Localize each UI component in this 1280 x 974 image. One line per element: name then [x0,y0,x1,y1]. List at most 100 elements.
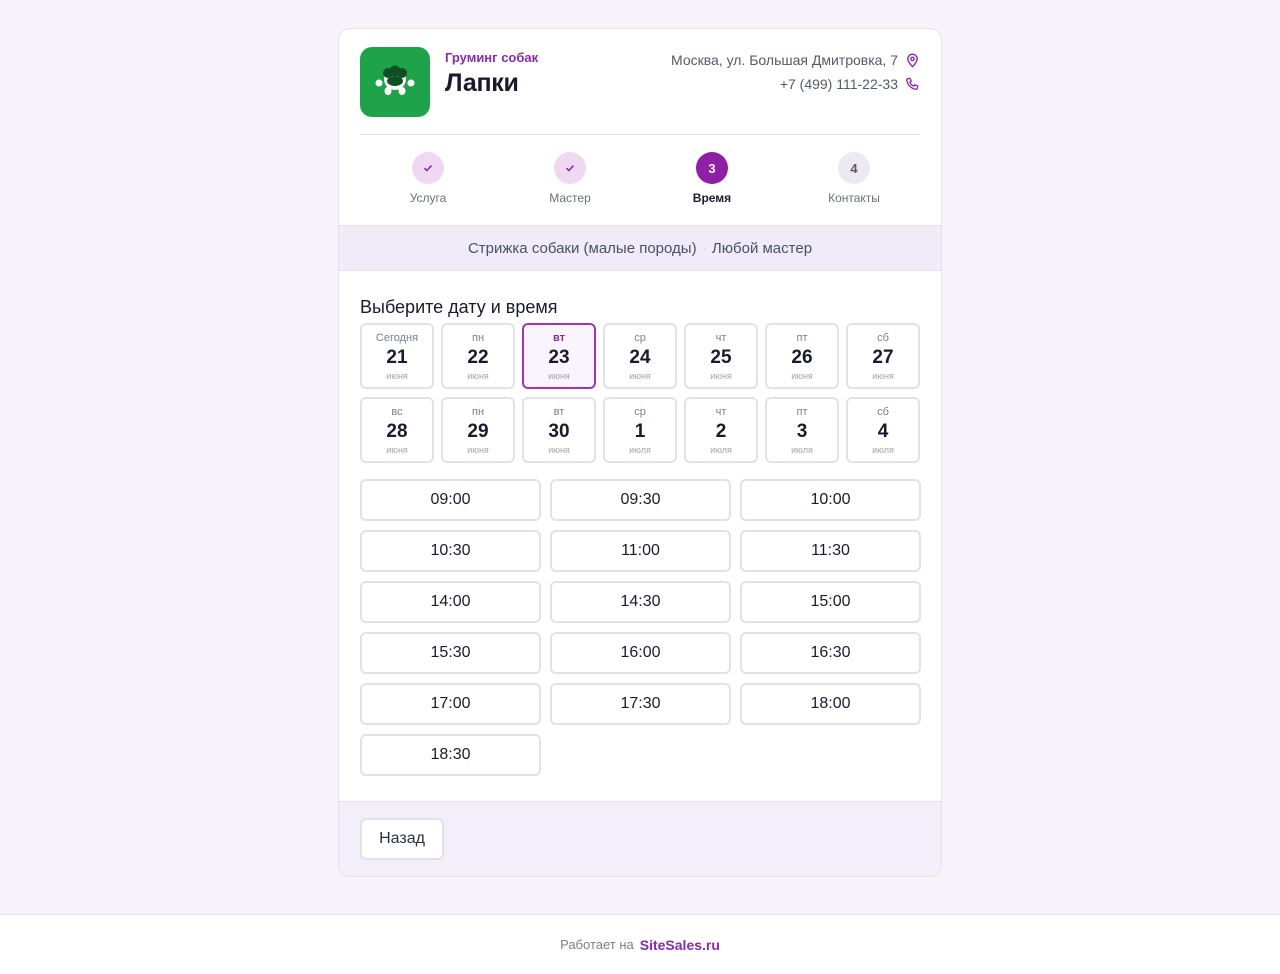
check-icon [423,165,433,172]
date-weekday: вт [553,406,565,418]
date-option[interactable]: вт 30 июня [522,397,596,463]
phone-text[interactable]: +7 (499) 111-22-33 [780,76,898,92]
date-month: июля [872,445,894,455]
time-slot-button[interactable]: 15:00 [740,581,921,623]
time-slot-button[interactable]: 15:30 [360,632,541,674]
date-month: июня [548,445,570,455]
step-master[interactable]: Мастер [510,152,630,205]
date-option[interactable]: вс 28 июня [360,397,434,463]
time-slot-button[interactable]: 18:30 [360,734,541,776]
date-weekday: пн [471,332,485,344]
section-title: Выберите дату и время [360,297,558,317]
step-contacts: 4 Контакты [794,152,914,205]
date-weekday: чт [715,332,727,344]
summary-service: Стрижка собаки (малые породы) [467,239,697,257]
step-circle [554,152,586,184]
step-circle [412,152,444,184]
address: Москва, ул. Большая Дмитровка, 7 [671,52,920,68]
step-label: Время [692,191,732,205]
date-option[interactable]: вт 23 июня [522,323,596,389]
date-month: июня [386,445,408,455]
page-footer: Работает на SiteSales.ru [0,914,1280,974]
time-slot-button[interactable]: 10:30 [360,530,541,572]
step-label: Контакты [828,191,880,205]
time-grid: 09:00 09:30 10:00 10:30 11:00 11:30 14:00 14:30… [360,479,921,776]
date-option[interactable]: пн 29 июня [441,397,515,463]
date-weekday: Сегодня [375,332,419,344]
card-footer: Назад [339,801,941,876]
time-slot-button[interactable]: 18:00 [740,683,921,725]
summary-master: Любой мастер [711,239,813,257]
date-month: июля [629,445,651,455]
phone[interactable]: +7 (499) 111-22-33 [780,76,920,92]
date-month: июля [710,445,732,455]
back-button[interactable]: Назад [360,818,444,860]
date-day: 3 [796,421,808,442]
stepper: Услуга Мастер 3 Время 4 Контакты [339,135,941,225]
step-time: 3 Время [652,152,772,205]
date-option[interactable]: чт 25 июня [684,323,758,389]
date-month: июня [629,371,651,381]
date-option[interactable]: чт 2 июля [684,397,758,463]
date-day: 28 [386,421,408,442]
step-circle: 4 [838,152,870,184]
date-month: июня [467,445,489,455]
date-month: июня [791,371,813,381]
date-month: июня [386,371,408,381]
powered-by-link[interactable]: SiteSales.ru [640,937,720,953]
date-day: 21 [386,347,408,368]
date-option[interactable]: сб 27 июня [846,323,920,389]
time-slot-button[interactable]: 16:00 [550,632,731,674]
date-weekday: пт [796,332,808,344]
booking-card: Груминг собак Лапки Москва, ул. Большая … [338,28,942,877]
powered-by-text: Работает на [560,937,634,952]
date-option[interactable]: ср 24 июня [603,323,677,389]
time-slot-button[interactable]: 17:30 [550,683,731,725]
date-month: июня [548,371,570,381]
booking-summary: Стрижка собаки (малые породы) · Любой ма… [339,225,941,271]
date-weekday: чт [715,406,727,418]
date-day: 4 [877,421,889,442]
address-text: Москва, ул. Большая Дмитровка, 7 [671,52,898,68]
step-label: Мастер [549,191,591,205]
date-day: 2 [715,421,727,442]
date-day: 23 [548,347,570,368]
time-slot-button[interactable]: 16:30 [740,632,921,674]
time-slot-button[interactable]: 17:00 [360,683,541,725]
date-day: 30 [548,421,570,442]
date-day: 29 [467,421,489,442]
time-slot-button[interactable]: 14:30 [550,581,731,623]
date-option[interactable]: пн 22 июня [441,323,515,389]
date-option[interactable]: пт 26 июня [765,323,839,389]
date-option[interactable]: Сегодня 21 июня [360,323,434,389]
dog-paw-icon [375,65,415,95]
date-day: 1 [634,421,646,442]
date-weekday: ср [634,332,646,344]
date-option[interactable]: пт 3 июля [765,397,839,463]
date-month: июня [467,371,489,381]
date-day: 25 [710,347,732,368]
time-slot-button[interactable]: 11:30 [740,530,921,572]
date-weekday: сб [877,406,889,418]
date-weekday: пт [796,406,808,418]
logo [360,47,430,117]
date-option[interactable]: ср 1 июля [603,397,677,463]
date-weekday: ср [634,406,646,418]
date-weekday: вс [391,406,403,418]
date-weekday: вт [552,332,565,344]
header: Груминг собак Лапки Москва, ул. Большая … [360,29,920,135]
step-service[interactable]: Услуга [368,152,488,205]
time-slot-button[interactable]: 09:00 [360,479,541,521]
date-option[interactable]: сб 4 июля [846,397,920,463]
time-slot-button[interactable]: 09:30 [550,479,731,521]
date-month: июля [791,445,813,455]
business-name: Лапки [445,69,519,97]
date-month: июня [872,371,894,381]
time-slot-button[interactable]: 11:00 [550,530,731,572]
time-slot-button[interactable]: 14:00 [360,581,541,623]
date-day: 22 [467,347,489,368]
time-slot-button[interactable]: 10:00 [740,479,921,521]
summary-separator: · [702,242,706,254]
date-month: июня [710,371,732,381]
date-day: 26 [791,347,813,368]
